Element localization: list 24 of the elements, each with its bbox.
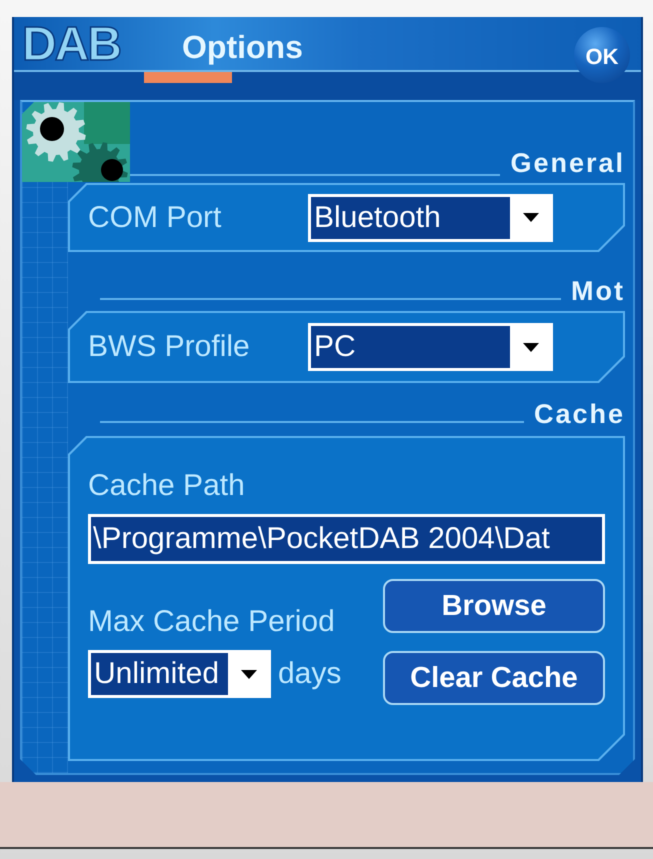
ok-button[interactable]: OK [574, 27, 630, 83]
dab-logo: DAB [22, 24, 120, 66]
section-heading: General [510, 148, 625, 178]
field-label: BWS Profile [88, 329, 251, 365]
path-field[interactable]: \Programme\PocketDAB 2004\Dat [88, 514, 605, 564]
caret-icon [241, 670, 257, 678]
dropdown[interactable]: Bluetooth [308, 194, 553, 242]
action-button[interactable]: Browse [383, 579, 605, 633]
dropdown[interactable]: PC [308, 323, 553, 371]
field-label: Cache Path [88, 468, 246, 504]
field-label: Max Cache Period [88, 604, 336, 640]
dropdown-value: Bluetooth [311, 196, 510, 238]
field-label: COM Port [88, 200, 222, 236]
caret-icon [523, 213, 539, 222]
dropdown[interactable]: Unlimited [88, 650, 271, 698]
page-tab[interactable]: Options [182, 29, 303, 65]
section-heading: Cache [534, 399, 625, 429]
dropdown-value: PC [311, 326, 510, 368]
caret-icon [523, 342, 539, 352]
dropdown-value: Unlimited [91, 653, 228, 695]
section-heading: Mot [571, 276, 625, 306]
gears-icon [22, 102, 130, 182]
action-button[interactable]: Clear Cache [383, 651, 605, 705]
unit-label: days [278, 656, 342, 692]
